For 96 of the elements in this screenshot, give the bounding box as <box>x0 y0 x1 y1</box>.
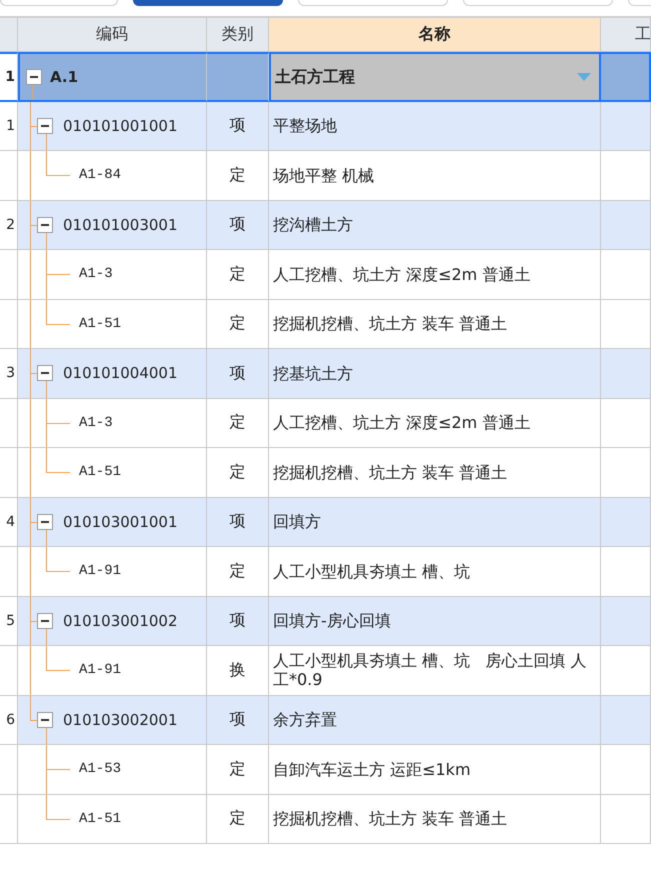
name-cell: 场地平整 机械 <box>273 166 374 185</box>
type-cell: 定 <box>230 164 246 186</box>
collapse-toggle[interactable] <box>37 712 53 728</box>
code-cell: 010101004001 <box>63 364 178 382</box>
table-cell <box>601 200 651 250</box>
table-cell[interactable]: 土石方工程 <box>269 52 601 102</box>
row-number: 1 <box>5 68 15 85</box>
name-cell: 人工挖槽、坑土方 深度≤2m 普通土 <box>273 413 530 432</box>
type-cell: 定 <box>230 462 246 483</box>
table-cell[interactable]: 人工小型机具夯填土 槽、坑 房心土回填 人工*0.9 <box>269 646 601 696</box>
name-cell: 平整场地 <box>273 116 337 136</box>
code-cell: 010101001001 <box>63 116 178 135</box>
collapse-toggle[interactable] <box>37 612 53 629</box>
code-cell: A1-51 <box>79 810 122 827</box>
collapse-toggle[interactable] <box>37 216 53 233</box>
table-cell <box>601 745 651 794</box>
name-cell: 挖掘机挖槽、坑土方 装车 普通土 <box>273 809 508 828</box>
row-number: 6 <box>6 712 15 728</box>
type-cell: 定 <box>230 808 246 830</box>
collapse-toggle[interactable] <box>26 68 42 85</box>
row-number: 3 <box>6 365 15 382</box>
name-cell: 挖掘机挖槽、坑土方 装车 普通土 <box>273 314 508 334</box>
table-cell <box>601 349 651 398</box>
column-header[interactable]: 工 <box>601 18 651 52</box>
table-cell[interactable]: 回填方 <box>269 498 601 547</box>
name-cell: 挖基坑土方 <box>273 364 353 383</box>
code-cell: 010103001002 <box>63 612 178 630</box>
type-cell: 项 <box>230 362 246 384</box>
row-number: 2 <box>6 216 15 233</box>
table-cell <box>601 52 651 102</box>
collapse-toggle[interactable] <box>37 365 53 382</box>
table-cell <box>601 696 651 745</box>
code-cell: A1-91 <box>79 662 122 678</box>
name-cell: 挖沟槽土方 <box>273 215 353 234</box>
table-cell <box>601 498 651 547</box>
type-cell: 项 <box>230 709 246 730</box>
code-cell: A1-3 <box>79 266 113 282</box>
table-cell <box>601 250 651 300</box>
name-cell: 土石方工程 <box>275 67 355 86</box>
name-cell-text: 人工小型机具夯填土 槽、坑 房心土回填 人工*0.9 <box>273 651 588 690</box>
type-cell: 换 <box>230 660 246 681</box>
name-cell: 挖掘机挖槽、坑土方 装车 普通土 <box>273 462 508 482</box>
table-cell[interactable]: 人工挖槽、坑土方 深度≤2m 普通土 <box>269 398 601 448</box>
table-cell[interactable]: 挖沟槽土方 <box>269 200 601 250</box>
collapse-toggle[interactable] <box>37 118 53 134</box>
name-cell: 自卸汽车运土方 运距≤1km <box>273 760 471 779</box>
code-cell: A1-84 <box>79 167 122 184</box>
type-cell: 项 <box>230 115 246 136</box>
code-cell: 010103002001 <box>63 710 178 729</box>
code-cell: 010103001001 <box>63 512 178 531</box>
table-cell[interactable]: 回填方-房心回填 <box>269 596 601 646</box>
table-cell <box>601 547 651 596</box>
row-number: 5 <box>6 612 15 629</box>
table-cell[interactable]: 挖掘机挖槽、坑土方 装车 普通土 <box>269 794 601 844</box>
code-cell: A1-51 <box>79 464 122 480</box>
table-cell[interactable]: 挖掘机挖槽、坑土方 装车 普通土 <box>269 448 601 498</box>
code-cell: 010101003001 <box>63 216 178 234</box>
code-cell: A1-91 <box>79 563 122 580</box>
type-cell: 定 <box>230 264 246 285</box>
type-cell: 项 <box>230 511 246 532</box>
name-cell: 人工挖槽、坑土方 深度≤2m 普通土 <box>273 264 530 284</box>
code-cell: A1-53 <box>79 761 122 778</box>
table-cell[interactable]: 自卸汽车运土方 运距≤1km <box>269 745 601 794</box>
name-cell: 人工小型机具夯填土 槽、坑 <box>273 562 470 581</box>
type-cell: 定 <box>230 313 246 334</box>
row-number: 1 <box>6 118 15 134</box>
code-cell: A1-3 <box>79 414 113 431</box>
name-cell: 回填方 <box>273 512 321 532</box>
table-cell <box>601 596 651 646</box>
type-cell: 项 <box>230 214 246 236</box>
table-cell[interactable]: 余方弃置 <box>269 696 601 745</box>
type-cell: 定 <box>230 412 246 434</box>
code-cell: A1-51 <box>79 316 122 332</box>
table-cell[interactable]: 人工小型机具夯填土 槽、坑 <box>269 547 601 596</box>
column-header[interactable]: 编码 <box>18 18 207 52</box>
table-cell <box>601 300 651 349</box>
table-cell <box>601 102 651 151</box>
name-cell: 回填方-房心回填 <box>273 611 391 630</box>
name-cell: 余方弃置 <box>273 710 337 730</box>
column-header[interactable]: 名称 <box>269 18 601 52</box>
table-cell <box>601 646 651 696</box>
type-cell: 定 <box>230 758 246 780</box>
column-header[interactable]: 类别 <box>207 18 269 52</box>
type-cell: 定 <box>230 560 246 582</box>
table-cell[interactable]: 人工挖槽、坑土方 深度≤2m 普通土 <box>269 250 601 300</box>
table-cell[interactable]: 挖基坑土方 <box>269 349 601 398</box>
table-cell <box>601 398 651 448</box>
collapse-toggle[interactable] <box>37 514 53 530</box>
table-cell[interactable]: 场地平整 机械 <box>269 151 601 200</box>
code-cell: A.1 <box>50 68 78 86</box>
table-cell[interactable]: 挖掘机挖槽、坑土方 装车 普通土 <box>269 300 601 349</box>
row-number: 4 <box>6 514 15 530</box>
table-cell[interactable]: 平整场地 <box>269 102 601 151</box>
table-cell <box>601 151 651 200</box>
type-cell: 项 <box>230 610 246 632</box>
table-cell <box>601 448 651 498</box>
